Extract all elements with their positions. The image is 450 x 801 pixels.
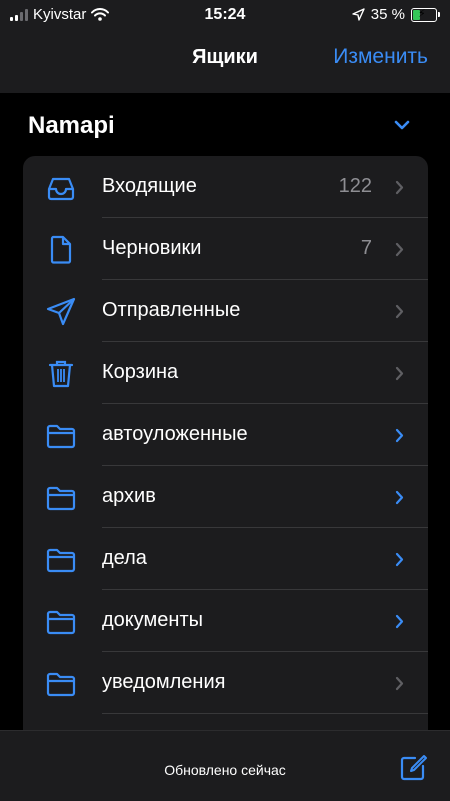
chevron-right-icon — [395, 490, 404, 505]
battery-cap — [438, 12, 440, 17]
edit-button[interactable]: Изменить — [333, 45, 428, 69]
mailbox-row[interactable]: Отправленные — [23, 280, 428, 342]
mailbox-row[interactable]: Корзина — [23, 342, 428, 404]
mailbox-row[interactable]: уведомления — [23, 652, 428, 714]
mailbox-row[interactable]: дела — [23, 528, 428, 590]
mailbox-label: Корзина — [102, 361, 179, 383]
mailbox-row[interactable]: Входящие 122 — [23, 156, 428, 218]
account-header[interactable]: Namapi — [28, 112, 422, 142]
chevron-right-icon — [395, 676, 404, 691]
mailbox-label: Черновики — [102, 237, 202, 259]
row-separator — [102, 713, 428, 714]
mailbox-row[interactable]: документы — [23, 590, 428, 652]
mailbox-label: дела — [102, 547, 147, 569]
mailbox-label: документы — [102, 609, 203, 631]
mailbox-row[interactable]: архив — [23, 466, 428, 528]
updated-status: Обновлено сейчас — [164, 762, 286, 778]
mailbox-label: архив — [102, 485, 156, 507]
document-icon — [50, 235, 72, 264]
compose-icon[interactable] — [398, 753, 428, 783]
status-bar: Kyivstar 15:24 35 % ⚡ — [0, 0, 450, 32]
chevron-right-icon — [395, 304, 404, 319]
folder-icon — [46, 424, 76, 449]
mailbox-row[interactable]: Черновики 7 — [23, 218, 428, 280]
inbox-tray-icon — [47, 177, 75, 201]
chevron-down-icon[interactable] — [394, 120, 410, 130]
folder-icon — [46, 548, 76, 573]
chevron-right-icon — [395, 614, 404, 629]
mailbox-count: 122 — [338, 175, 372, 197]
location-arrow-icon — [352, 8, 365, 21]
bottom-toolbar: Обновлено сейчас — [0, 730, 450, 801]
account-name: Namapi — [28, 112, 115, 139]
battery-icon: ⚡ — [411, 7, 437, 22]
mailbox-label: Отправленные — [102, 299, 241, 321]
chevron-right-icon — [395, 428, 404, 443]
chevron-right-icon — [395, 552, 404, 567]
mailbox-label: автоуложенные — [102, 423, 248, 445]
paper-plane-icon — [46, 297, 76, 326]
folder-icon — [46, 610, 76, 635]
status-right: 35 % ⚡ — [352, 6, 440, 23]
mailbox-label: Входящие — [102, 175, 197, 197]
chevron-right-icon — [395, 242, 404, 257]
trash-icon — [48, 360, 74, 388]
mailbox-label: уведомления — [102, 671, 226, 693]
battery-percent: 35 % — [370, 6, 405, 23]
mailbox-count: 7 — [360, 237, 372, 259]
chevron-right-icon — [395, 366, 404, 381]
folder-icon — [46, 486, 76, 511]
folder-icon — [46, 672, 76, 697]
mailbox-list: Входящие 122 Черновики 7 Отправленные Корзина… — [23, 156, 428, 756]
mailbox-row[interactable]: автоуложенные — [23, 404, 428, 466]
chevron-right-icon — [395, 180, 404, 195]
top-bar: Kyivstar 15:24 35 % ⚡ Ящики Изменить — [0, 0, 450, 93]
